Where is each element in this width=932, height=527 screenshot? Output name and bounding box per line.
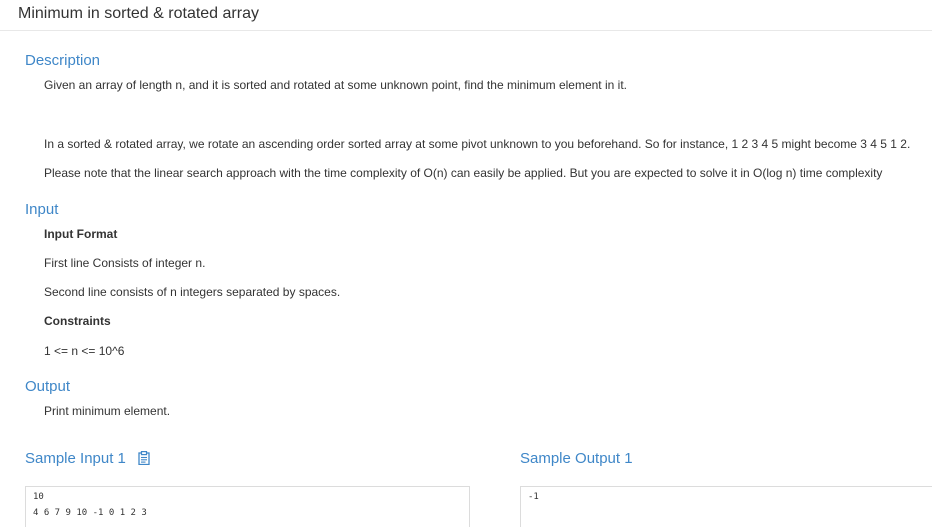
description-paragraph-1: Given an array of length n, and it is so…: [44, 78, 627, 92]
sample-output-box[interactable]: -1: [520, 486, 932, 527]
input-line-2: Second line consists of n integers separ…: [44, 285, 341, 299]
constraints-label: Constraints: [44, 314, 111, 328]
clipboard-icon[interactable]: [138, 451, 150, 466]
description-paragraph-3: Please note that the linear search appro…: [44, 166, 883, 180]
input-line-1: First line Consists of integer n.: [44, 256, 206, 270]
sample-input-box[interactable]: 10 4 6 7 9 10 -1 0 1 2 3: [25, 486, 470, 527]
sample-input-line-2: 4 6 7 9 10 -1 0 1 2 3: [33, 508, 147, 518]
output-heading: Output: [25, 378, 71, 395]
sample-output-heading: Sample Output 1: [520, 450, 633, 467]
sample-output-line-1: -1: [528, 492, 539, 502]
sample-input-heading: Sample Input 1: [25, 450, 150, 467]
description-paragraph-2: In a sorted & rotated array, we rotate a…: [44, 137, 911, 151]
problem-page: Minimum in sorted & rotated array Descri…: [0, 0, 932, 527]
description-heading: Description: [25, 52, 101, 69]
sample-input-line-1: 10: [33, 492, 44, 502]
input-heading: Input: [25, 201, 59, 218]
page-title: Minimum in sorted & rotated array: [18, 5, 259, 22]
constraint-text: 1 <= n <= 10^6: [44, 344, 125, 358]
input-format-label: Input Format: [44, 227, 118, 241]
title-bar: Minimum in sorted & rotated array: [0, 0, 932, 31]
output-text: Print minimum element.: [44, 404, 171, 418]
sample-input-heading-label: Sample Input 1: [25, 450, 126, 467]
